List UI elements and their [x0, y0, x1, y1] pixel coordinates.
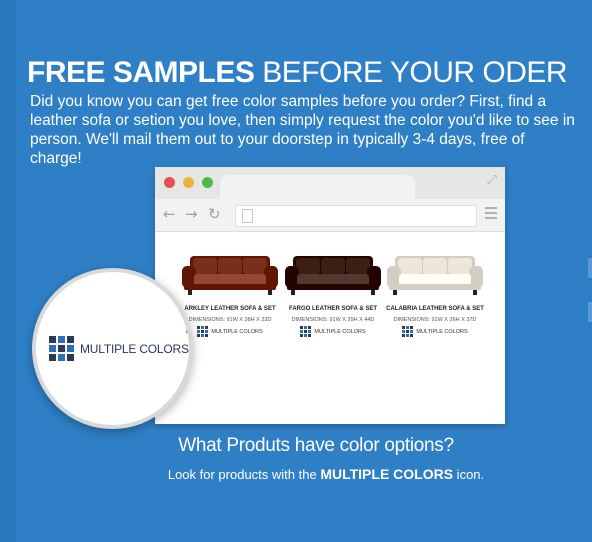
forward-arrow-icon: → [185, 205, 198, 223]
expand-icon: ⤢ [486, 173, 497, 188]
multiple-colors-badge: MULTIPLE COLORS [278, 326, 388, 337]
product-dimensions: DIMENSIONS: 91W X 29H X 44D [291, 317, 375, 323]
multiple-colors-badge-zoomed: MULTIPLE COLORS [49, 336, 189, 361]
color-grid-icon [300, 326, 312, 337]
product-card: CALABRIA LEATHER SOFA & SET DIMENSIONS: … [380, 252, 490, 337]
product-dimensions: DIMENSIONS: 91W X 38H X 33D [188, 317, 272, 323]
sofa-image [283, 252, 383, 296]
browser-tabbar: ⤢ [155, 167, 505, 199]
close-dot-icon [164, 177, 175, 188]
magnifier-circle: MULTIPLE COLORS RKLEY LEATHER SOFA & SET [32, 268, 193, 429]
sofa-image [180, 252, 280, 296]
color-grid-icon [402, 326, 414, 337]
multiple-colors-badge: MULTIPLE COLORS [380, 326, 490, 337]
product-name: FARGO LEATHER SOFA & SET [288, 306, 377, 312]
minimize-dot-icon [183, 177, 194, 188]
product-card: ARKLEY LEATHER SOFA & SET DIMENSIONS: 91… [175, 252, 285, 337]
magnifier-edge-text: RKLEY LEATHER SOFA & SET [186, 328, 189, 335]
menu-icon [485, 207, 497, 222]
badge-label: MULTIPLE COLORS [314, 328, 366, 335]
badge-label: MULTIPLE COLORS [211, 328, 263, 335]
color-options-heading: What Produts have color options? [178, 435, 454, 456]
title-light: BEFORE YOUR ODER [254, 56, 568, 89]
product-dimensions: DIMENSIONS: 91W X 36H X 37D [393, 317, 477, 323]
reload-icon: ↻ [208, 205, 221, 223]
page-title: FREE SAMPLES BEFORE YOUR ODER [27, 56, 568, 90]
sofa-image [385, 252, 485, 296]
subtext-emphasis: MULTIPLE COLORS [320, 466, 454, 482]
title-bold: FREE SAMPLES [27, 56, 255, 89]
magnifier-view: MULTIPLE COLORS RKLEY LEATHER SOFA & SET [36, 272, 189, 425]
browser-tab [220, 175, 415, 199]
color-options-subtext: Look for products with the MULTIPLE COLO… [0, 466, 592, 482]
color-grid-icon [49, 336, 74, 361]
side-tab[interactable] [588, 302, 592, 322]
maximize-dot-icon [202, 177, 213, 188]
color-grid-icon [197, 326, 209, 337]
browser-toolbar: ← → ↻ [155, 199, 505, 232]
page-icon [242, 209, 253, 223]
product-name: ARKLEY LEATHER SOFA & SET [184, 306, 276, 312]
intro-text: Did you know you can get free color samp… [30, 93, 575, 167]
badge-label: MULTIPLE COLORS [416, 328, 468, 335]
subtext-before: Look for products with the [167, 467, 321, 482]
background-strip [0, 0, 16, 542]
product-name: CALABRIA LEATHER SOFA & SET [386, 306, 484, 312]
browser-mockup: ⤢ ← → ↻ ARKLEY LEATHER SOFA & SET DIMENS… [155, 167, 505, 424]
back-arrow-icon: ← [163, 205, 176, 223]
product-card: FARGO LEATHER SOFA & SET DIMENSIONS: 91W… [278, 252, 388, 337]
subtext-after: icon. [453, 467, 485, 482]
magnifier-label: MULTIPLE COLORS [80, 341, 189, 356]
side-tab[interactable] [588, 258, 592, 278]
browser-content: ARKLEY LEATHER SOFA & SET DIMENSIONS: 91… [155, 232, 505, 424]
address-bar [235, 205, 477, 227]
